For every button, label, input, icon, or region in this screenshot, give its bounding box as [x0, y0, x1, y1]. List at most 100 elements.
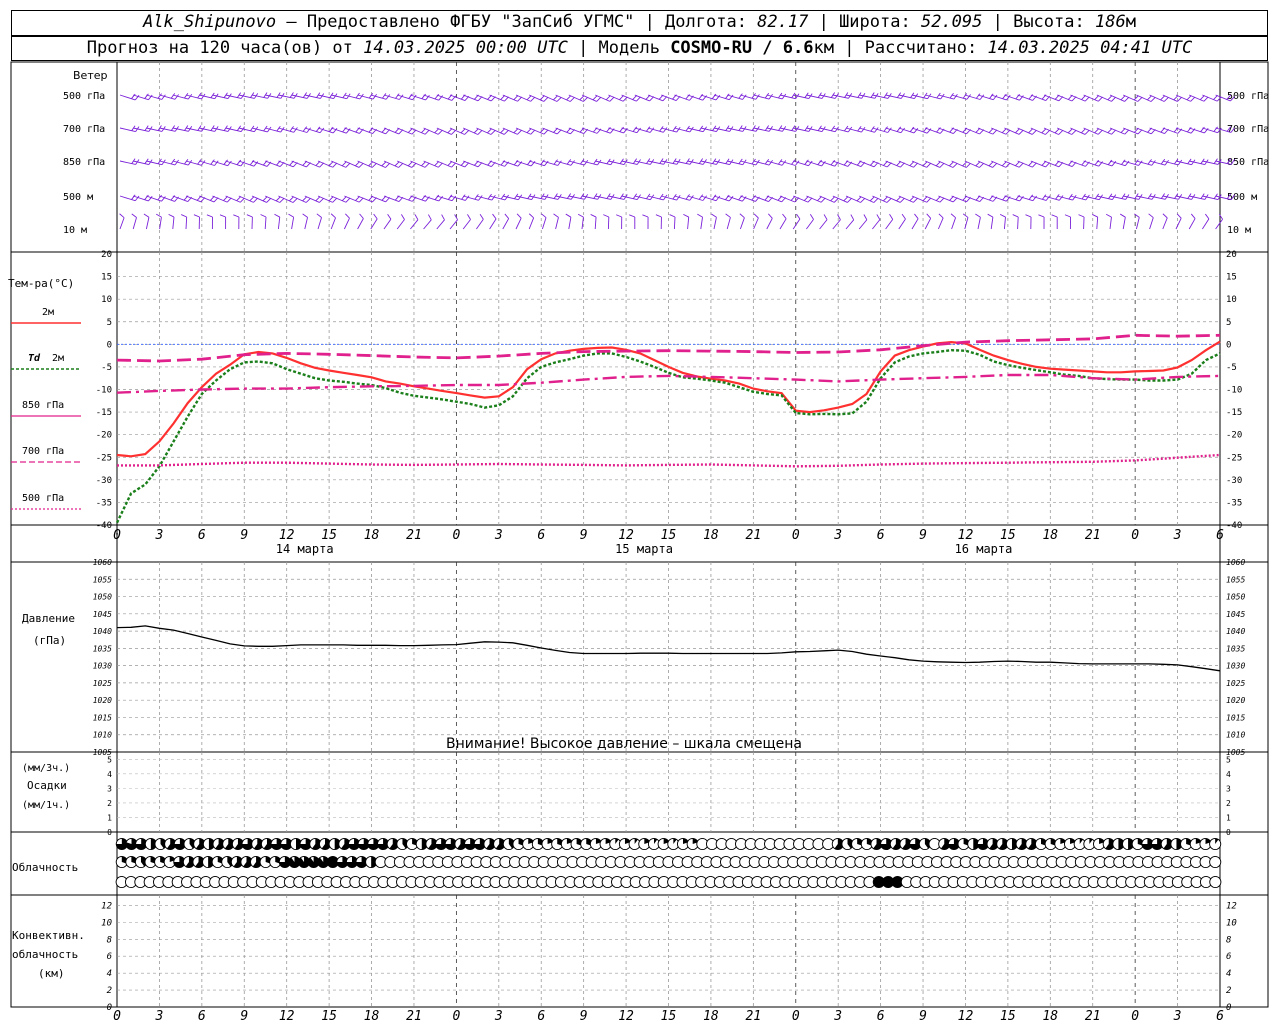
wind-barb-flag — [492, 213, 497, 220]
wind-barb-shaft — [1003, 217, 1006, 230]
wind-barb — [370, 213, 378, 230]
wind-barb — [260, 214, 267, 230]
wind-barb-flag — [517, 129, 523, 135]
wind-barb-flag — [926, 162, 932, 168]
wind-barb-flag — [1041, 194, 1047, 200]
wind-barb-flag — [371, 162, 377, 168]
conv-x-tick: 0 — [113, 1009, 121, 1024]
wind-barb-flag — [553, 95, 558, 101]
temp-tick-left: -20 — [96, 431, 112, 441]
wind-barb — [898, 213, 906, 230]
wind-barb-flag — [1203, 96, 1209, 102]
wind-barb-flag — [698, 194, 704, 200]
wind-barb-flag — [373, 213, 378, 220]
temp-axis-title: Тем-ра(°C) — [8, 277, 74, 290]
conv-x-tick: 12 — [958, 1009, 974, 1024]
wind-barb-flag — [292, 197, 298, 203]
wind-barb-flag — [962, 161, 968, 167]
wind-barb — [528, 213, 535, 230]
wind-barb-flag — [889, 214, 894, 220]
wind-barb-flag — [421, 161, 426, 167]
wind-barb-flag — [856, 196, 862, 202]
wind-barb-flag — [438, 162, 443, 168]
conv-tick-left: 12 — [101, 901, 112, 911]
wind-level-label-right: 10 м — [1227, 225, 1251, 236]
wind-barb-shaft — [172, 217, 175, 230]
wind-barb-shaft — [792, 218, 801, 230]
wind-barb — [515, 213, 522, 230]
wind-barb-flag — [566, 95, 572, 101]
conv-x-tick: 3 — [1173, 1009, 1182, 1024]
wind-barb-shaft — [898, 218, 906, 230]
wind-barb-flag — [938, 213, 944, 219]
pressure-tick-right: 1030 — [1226, 662, 1245, 671]
pressure-tick-right: 1025 — [1226, 679, 1245, 688]
temp-x-tick: 12 — [958, 528, 974, 543]
wind-barb-shaft — [977, 217, 981, 230]
wind-barb — [143, 213, 150, 230]
temp-x-tick: 3 — [833, 528, 842, 543]
wind-barb-flag — [738, 93, 743, 99]
precip-tick-left: 2 — [107, 799, 112, 808]
wind-barb-flag — [260, 214, 267, 218]
wind-barb — [1064, 214, 1071, 230]
wind-barb-flag — [530, 129, 536, 135]
wind-barb-flag — [143, 213, 150, 218]
wind-barb-flag — [1028, 128, 1034, 134]
wind-barb — [845, 214, 855, 230]
temp-tick-right: -10 — [1226, 386, 1242, 396]
wind-barb-flag — [809, 214, 814, 220]
wind-barb-shaft — [739, 217, 745, 230]
wind-barb-shaft — [1149, 217, 1154, 230]
wind-barb-shaft — [951, 217, 956, 230]
wind-barb-flag — [394, 161, 400, 167]
pressure-tick-left: 1055 — [93, 575, 112, 584]
wind-barb-flag — [989, 93, 994, 99]
conv-tick-left: 10 — [101, 918, 112, 928]
wind-barb-flag — [131, 194, 136, 200]
wind-barb — [423, 214, 432, 230]
conv-x-tick: 6 — [1216, 1009, 1224, 1024]
wind-barb — [725, 213, 731, 230]
wind-barb — [436, 214, 445, 230]
wind-barb-shaft — [713, 217, 717, 230]
wind-barb — [1215, 213, 1223, 230]
temp-x-tick: 6 — [877, 528, 885, 543]
wind-barb — [316, 213, 322, 230]
wind-barb — [288, 213, 295, 230]
wind-barb-flag — [629, 214, 635, 218]
wind-barb-shaft — [343, 217, 350, 230]
wind-barb-shaft — [700, 217, 703, 230]
pressure-tick-right: 1055 — [1226, 575, 1245, 584]
wind-barb-flag — [274, 213, 280, 218]
wind-barb-flag — [1038, 214, 1045, 218]
wind-barb-flag — [975, 93, 981, 99]
wind-barb — [937, 213, 944, 230]
temp-tick-left: -30 — [96, 476, 112, 486]
temp-x-tick: 0 — [792, 528, 800, 543]
wind-barb — [806, 214, 814, 230]
wind-barb-shaft — [555, 217, 559, 230]
wind-barb — [462, 214, 471, 230]
wind-barb-flag — [408, 93, 413, 99]
wind-barb-shaft — [1096, 216, 1099, 230]
conv-tick-right: 4 — [1226, 969, 1231, 979]
wind-barb-flag — [1025, 214, 1032, 218]
temp-tick-right: -30 — [1226, 476, 1242, 486]
wind-barb-flag — [478, 195, 483, 201]
conv-x-tick: 9 — [919, 1009, 927, 1024]
wind-barb-shaft — [594, 216, 597, 230]
wind-barb — [193, 214, 200, 230]
wind-barb-shaft — [832, 219, 841, 230]
conv-x-tick: 6 — [877, 1009, 885, 1024]
wind-barb-flag — [755, 94, 760, 100]
conv-tick-right: 2 — [1226, 986, 1231, 996]
wind-barb-flag — [592, 95, 598, 101]
wind-barb — [590, 214, 597, 230]
wind-barb-shaft — [383, 218, 392, 230]
wind-barb — [577, 213, 584, 230]
wind-barb-flag — [503, 129, 509, 135]
wind-barb-flag — [999, 213, 1006, 218]
wind-barb-flag — [451, 129, 457, 135]
legend-label: 700 гПа — [22, 446, 64, 457]
